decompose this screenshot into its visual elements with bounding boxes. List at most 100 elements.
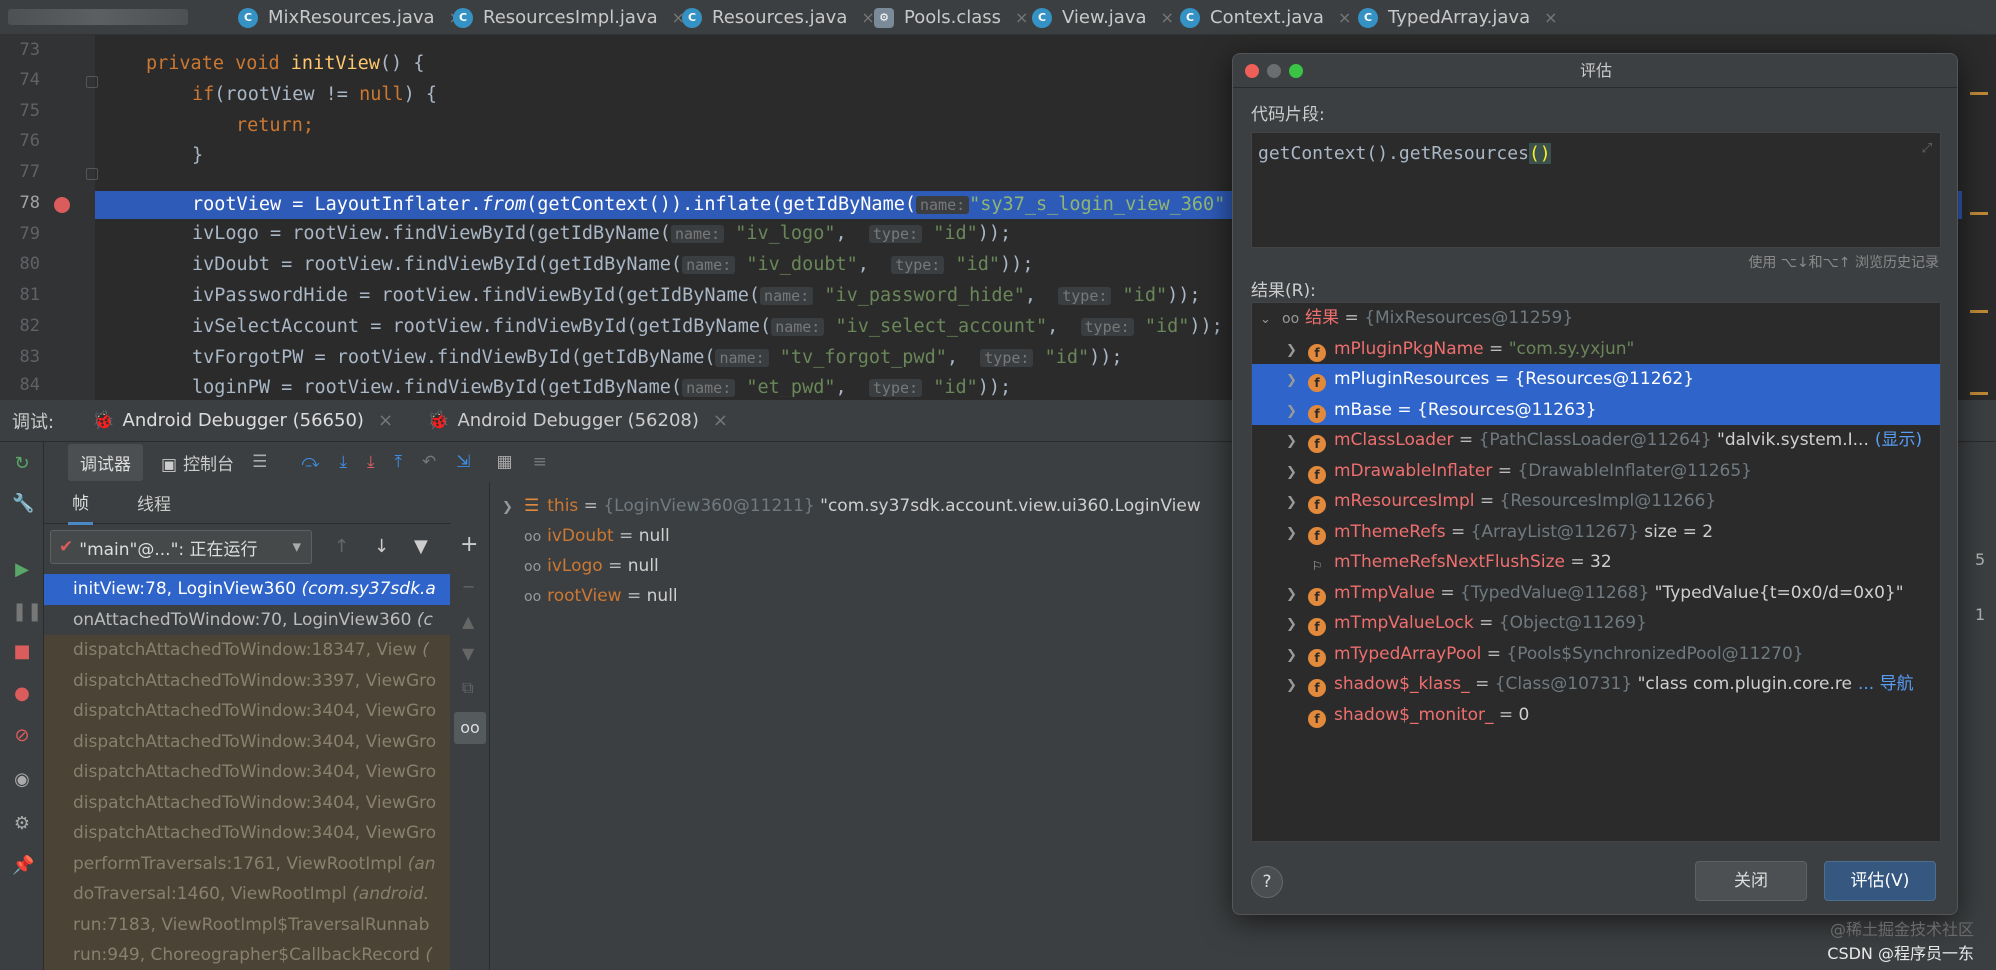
field-link[interactable]: ... 导航 xyxy=(1858,674,1914,694)
pin-icon[interactable]: 📌 xyxy=(12,856,34,876)
tab-threads[interactable]: 线程 xyxy=(137,490,171,515)
tab-resourcesimpl[interactable]: C ResourcesImpl.java × xyxy=(445,0,685,35)
tab-frames[interactable]: 帧 xyxy=(68,481,93,525)
result-field-row[interactable]: ❯ f mBase = {Resources@11263} xyxy=(1252,394,1940,428)
result-field-row[interactable]: ❯ f mTmpValue = {TypedValue@11268} "TypedV… xyxy=(1252,578,1940,609)
tab-typedarray[interactable]: C TypedArray.java × xyxy=(1350,0,1558,35)
result-field-row[interactable]: ❯ f mPluginPkgName = "com.sy.yxjun" xyxy=(1252,334,1940,365)
window-close-icon[interactable] xyxy=(1245,64,1259,78)
result-field-row[interactable]: ❯ f mTmpValueLock = {Object@11269} xyxy=(1252,608,1940,639)
chevron-right-icon[interactable]: ❯ xyxy=(1286,397,1300,428)
camera-icon[interactable]: ◉ xyxy=(12,770,32,790)
thread-selector[interactable]: ✔ "main"@...": 正在运行 ▾ xyxy=(50,530,312,564)
chevron-right-icon[interactable]: ❯ xyxy=(1286,336,1300,367)
session-tab-56208[interactable]: 🐞 Android Debugger (56208) × xyxy=(427,410,728,431)
line-gutter[interactable]: 73 74 75 76 77 78 79 80 81 82 83 84 xyxy=(0,35,98,400)
stack-frame[interactable]: initView:78, LoginView360 (com.sy37sdk.a xyxy=(44,574,450,605)
close-button[interactable]: 关闭 xyxy=(1695,861,1807,901)
resume-icon[interactable]: ▶ xyxy=(12,560,32,580)
pause-icon[interactable]: ❚❚ xyxy=(12,602,42,622)
mute-breakpoints-icon[interactable]: ⊘ xyxy=(12,726,32,746)
add-watch-icon[interactable]: + xyxy=(460,532,478,557)
result-field-row[interactable]: f shadow$_monitor_ = 0 xyxy=(1252,700,1940,731)
stack-frame[interactable]: dispatchAttachedToWindow:3404, ViewGro xyxy=(44,757,450,788)
result-field-row[interactable]: ❯ f mTypedArrayPool = {Pools$SynchronizedP… xyxy=(1252,639,1940,670)
tab-console[interactable]: ▣ 控制台 xyxy=(161,450,234,475)
chevron-right-icon[interactable]: ❯ xyxy=(1286,519,1300,550)
run-to-cursor-icon[interactable]: ⇲ xyxy=(456,452,470,472)
chevron-right-icon[interactable]: ❯ xyxy=(1286,580,1300,611)
result-field-row[interactable]: ❯ f shadow$_klass_ = {Class@10731} "class … xyxy=(1252,669,1940,700)
result-field-row[interactable]: ❯ f mResourcesImpl = {ResourcesImpl@11266} xyxy=(1252,486,1940,517)
close-icon[interactable]: × xyxy=(378,410,393,431)
view-breakpoints-icon[interactable]: ● xyxy=(12,684,32,704)
evaluate-icon[interactable]: ▦ xyxy=(497,452,513,472)
tab-view[interactable]: C View.java × xyxy=(1024,0,1174,35)
wrench-icon[interactable]: 🔧 xyxy=(12,494,34,514)
stack-frame[interactable]: dispatchAttachedToWindow:18347, View ( xyxy=(44,635,450,666)
result-field-row[interactable]: ❯ f mThemeRefs = {ArrayList@11267} size = … xyxy=(1252,517,1940,548)
variables-tree[interactable]: ❯ ☰ this = {LoginView360@11211} "com.sy37s… xyxy=(490,482,1230,970)
field-link[interactable]: (显示) xyxy=(1875,430,1922,450)
stack-frame[interactable]: performTraversals:1761, ViewRootImpl (an xyxy=(44,848,450,879)
chevron-right-icon[interactable]: ❯ xyxy=(1286,610,1300,641)
window-minimize-icon[interactable] xyxy=(1267,64,1281,78)
rerun-icon[interactable]: ↻ xyxy=(12,454,32,474)
result-tree[interactable]: ⌄ oo 结果 = {MixResources@11259} ❯ f mPluginPk… xyxy=(1251,302,1941,842)
watches-toggle-icon[interactable]: oo xyxy=(454,712,486,744)
close-icon[interactable]: × xyxy=(713,410,728,431)
tab-debugger[interactable]: 调试器 xyxy=(68,443,143,481)
result-field-row[interactable]: ⚐ mThemeRefsNextFlushSize = 32 xyxy=(1252,547,1940,578)
move-up-icon[interactable]: ▲ xyxy=(462,612,474,631)
breakpoint-icon[interactable] xyxy=(54,197,70,213)
chevron-right-icon[interactable]: ❯ xyxy=(1286,488,1300,519)
trace-icon[interactable]: ≡ xyxy=(533,452,547,472)
close-icon[interactable]: × xyxy=(1544,8,1557,27)
window-zoom-icon[interactable] xyxy=(1289,64,1303,78)
step-out-icon[interactable]: ⤒ xyxy=(395,452,403,472)
chevron-right-icon[interactable]: ❯ xyxy=(1286,366,1300,397)
stack-frame[interactable]: run:7183, ViewRootImpl$TraversalRunnab xyxy=(44,909,450,940)
force-step-into-icon[interactable]: ⤓ xyxy=(367,452,375,472)
filter-icon[interactable]: ▼ xyxy=(414,536,428,557)
tab-mixresources[interactable]: CMixResources.java× xyxy=(230,0,462,35)
variable-row-ivdoubt[interactable]: oo ivDoubt = null xyxy=(524,526,670,546)
chevron-down-icon[interactable]: ⌄ xyxy=(1260,305,1274,336)
result-field-row[interactable]: ❯ f mClassLoader = {PathClassLoader@11264}… xyxy=(1252,425,1940,456)
gear-icon[interactable]: ⚙ xyxy=(12,814,32,834)
tab-context[interactable]: C Context.java × xyxy=(1172,0,1351,35)
chevron-right-icon[interactable]: ❯ xyxy=(1286,671,1300,702)
frames-list[interactable]: initView:78, LoginView360 (com.sy37sdk.a… xyxy=(44,574,450,970)
move-down-icon[interactable]: ▼ xyxy=(462,644,474,663)
stop-icon[interactable]: ■ xyxy=(12,642,32,662)
variable-row-this[interactable]: ❯ ☰ this = {LoginView360@11211} "com.sy37s… xyxy=(502,496,1201,516)
stack-frame[interactable]: dispatchAttachedToWindow:3397, ViewGro xyxy=(44,665,450,696)
stack-frame[interactable]: dispatchAttachedToWindow:3404, ViewGro xyxy=(44,696,450,727)
stack-frame[interactable]: onAttachedToWindow:70, LoginView360 (c xyxy=(44,605,450,636)
fold-icon[interactable] xyxy=(86,76,98,88)
remove-watch-icon[interactable]: − xyxy=(462,577,475,596)
stack-frame[interactable]: run:949, Choreographer$CallbackRecord ( xyxy=(44,940,450,970)
fold-icon[interactable] xyxy=(86,168,98,180)
chevron-right-icon[interactable]: ❯ xyxy=(1286,458,1300,489)
step-over-icon[interactable]: ⤼ xyxy=(301,452,319,472)
down-arrow-icon[interactable]: ↓ xyxy=(374,536,389,557)
tab-pools-class[interactable]: ⚙ Pools.class × xyxy=(866,0,1028,35)
variable-row-rootview[interactable]: oo rootView = null xyxy=(524,586,678,606)
copy-icon[interactable]: ⧉ xyxy=(462,678,473,698)
up-arrow-icon[interactable]: ↑ xyxy=(334,536,349,557)
step-into-icon[interactable]: ⤓ xyxy=(340,452,348,472)
evaluate-button[interactable]: 评估(V) xyxy=(1824,861,1936,901)
stack-frame[interactable]: dispatchAttachedToWindow:3404, ViewGro xyxy=(44,787,450,818)
stack-frame[interactable]: doTraversal:1460, ViewRootImpl (android. xyxy=(44,879,450,910)
help-button[interactable]: ? xyxy=(1251,866,1283,898)
error-stripe[interactable] xyxy=(1962,70,1996,435)
stack-frame[interactable]: dispatchAttachedToWindow:3404, ViewGro xyxy=(44,726,450,757)
chevron-right-icon[interactable]: ❯ xyxy=(502,500,516,515)
result-field-row[interactable]: ❯ f mDrawableInflater = {DrawableInflater@… xyxy=(1252,456,1940,487)
session-tab-56650[interactable]: 🐞 Android Debugger (56650) × xyxy=(92,410,393,431)
expand-icon[interactable]: ⤢ xyxy=(1922,141,1932,156)
result-root-row[interactable]: ⌄ oo 结果 = {MixResources@11259} xyxy=(1252,303,1940,334)
menu-icon[interactable]: ☰ xyxy=(252,452,267,472)
drop-frame-icon[interactable]: ↶ xyxy=(422,452,436,472)
